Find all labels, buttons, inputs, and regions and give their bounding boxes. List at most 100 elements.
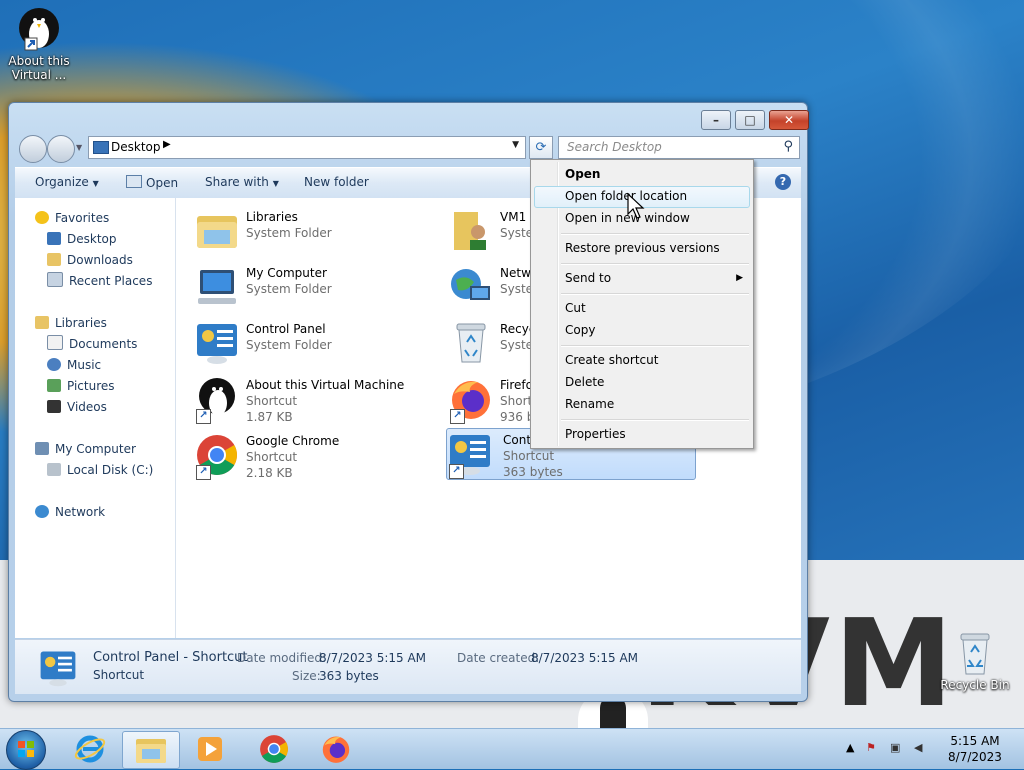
maximize-button[interactable]: □ xyxy=(735,110,765,130)
details-date-created-label: Date created: xyxy=(457,651,540,665)
nav-documents[interactable]: Documents xyxy=(47,334,137,354)
navigation-pane: Favorites Desktop Downloads Recent Place… xyxy=(15,198,176,638)
item-size: 1.87 KB xyxy=(246,410,293,424)
taskbar-firefox[interactable] xyxy=(308,731,364,767)
recycle-bin-icon xyxy=(960,633,990,675)
details-date-created: 8/7/2023 5:15 AM xyxy=(531,651,639,665)
item-name: Netw xyxy=(500,266,531,280)
desktop-location-icon xyxy=(93,141,109,154)
nav-network[interactable]: Network xyxy=(35,502,105,522)
pictures-icon xyxy=(47,379,61,392)
back-button[interactable] xyxy=(19,135,47,163)
action-center-icon[interactable]: ⚑ xyxy=(866,741,876,754)
nav-pictures[interactable]: Pictures xyxy=(47,376,115,396)
nav-label: Network xyxy=(55,505,106,519)
user-folder-icon xyxy=(454,212,486,250)
nav-recent-places[interactable]: Recent Places xyxy=(47,271,152,291)
close-button[interactable]: ✕ xyxy=(769,110,809,130)
nav-music[interactable]: Music xyxy=(47,355,101,375)
forward-button[interactable] xyxy=(47,135,75,163)
taskbar-internet-explorer[interactable] xyxy=(62,731,118,767)
item-name: Firefo xyxy=(500,378,533,392)
item-type: Syste xyxy=(500,338,534,352)
nav-my-computer[interactable]: My Computer xyxy=(35,439,136,459)
menu-item-delete[interactable]: Delete xyxy=(565,372,604,392)
windows-logo-icon xyxy=(18,741,34,757)
firefox-icon xyxy=(322,736,350,763)
item-type: System Folder xyxy=(246,338,332,352)
show-hidden-icons-icon[interactable]: ▲ xyxy=(846,741,854,754)
new-folder-button[interactable]: New folder xyxy=(304,175,369,189)
nav-label: My Computer xyxy=(55,442,136,456)
minimize-button[interactable]: – xyxy=(701,110,731,130)
item-about-vm[interactable]: ↗ About this Virtual Machine Shortcut 1.… xyxy=(194,374,434,424)
item-libraries[interactable]: Libraries System Folder xyxy=(194,206,434,256)
menu-item-open[interactable]: Open xyxy=(565,164,600,184)
details-pane: Control Panel - Shortcut Shortcut Date m… xyxy=(15,639,801,694)
search-placeholder: Search Desktop xyxy=(567,140,662,154)
nav-favorites[interactable]: Favorites xyxy=(35,208,109,228)
search-input[interactable]: Search Desktop ⚲ xyxy=(558,136,800,159)
menu-item-rename[interactable]: Rename xyxy=(565,394,614,414)
clock-time: 5:15 AM xyxy=(950,734,1000,748)
help-icon[interactable]: ? xyxy=(775,174,791,190)
item-control-panel[interactable]: Control Panel System Folder xyxy=(194,318,434,368)
nav-label: Music xyxy=(67,358,102,372)
refresh-button[interactable]: ⟳ xyxy=(529,136,553,159)
item-type: Syste xyxy=(500,282,534,296)
nav-label: Favorites xyxy=(55,211,110,225)
menu-item-create-shortcut[interactable]: Create shortcut xyxy=(565,350,658,370)
item-type: System Folder xyxy=(246,226,332,240)
control-panel-icon xyxy=(40,651,76,687)
menu-item-properties[interactable]: Properties xyxy=(565,424,626,444)
item-google-chrome[interactable]: ↗ Google Chrome Shortcut 2.18 KB xyxy=(194,430,434,480)
item-type: Short xyxy=(500,394,533,408)
desktop-icon-about-vm[interactable]: About this Virtual ... xyxy=(1,6,77,82)
share-with-label: Share with xyxy=(205,175,269,189)
details-date-modified-label: Date modified: xyxy=(237,651,327,665)
dropdown-arrow-icon: ▼ xyxy=(272,179,279,188)
nav-libraries[interactable]: Libraries xyxy=(35,313,107,333)
maximize-icon: □ xyxy=(744,113,756,127)
volume-icon[interactable]: ◀ xyxy=(914,741,922,754)
menu-item-send-to[interactable]: Send to xyxy=(565,268,745,288)
nav-label: Downloads xyxy=(67,253,133,267)
desktop-icon-label: Virtual ... xyxy=(11,68,67,82)
libraries-icon xyxy=(35,316,49,329)
item-name: Control Panel xyxy=(246,322,326,336)
address-location[interactable]: Desktop xyxy=(111,140,161,154)
menu-item-cut[interactable]: Cut xyxy=(565,298,586,318)
open-label: Open xyxy=(146,176,179,190)
menu-item-copy[interactable]: Copy xyxy=(565,320,595,340)
search-icon[interactable]: ⚲ xyxy=(783,139,793,154)
organize-button[interactable]: Organize ▼ xyxy=(35,175,99,189)
chrome-icon xyxy=(260,735,288,763)
nav-downloads[interactable]: Downloads xyxy=(47,250,133,270)
breadcrumb-arrow-icon[interactable]: ▶ xyxy=(163,139,171,150)
address-bar[interactable]: Desktop ▶ ▼ xyxy=(88,136,526,159)
recent-pages-icon[interactable]: ▼ xyxy=(76,143,82,152)
open-button[interactable]: Open xyxy=(126,175,178,190)
taskbar-windows-explorer[interactable] xyxy=(122,731,180,769)
details-size-label: Size: xyxy=(292,669,321,683)
share-with-button[interactable]: Share with ▼ xyxy=(205,175,279,189)
item-my-computer[interactable]: My Computer System Folder xyxy=(194,262,434,312)
address-dropdown-icon[interactable]: ▼ xyxy=(512,140,519,150)
taskbar-media-player[interactable] xyxy=(182,731,238,767)
menu-item-restore-previous-versions[interactable]: Restore previous versions xyxy=(565,238,720,258)
nav-local-disk[interactable]: Local Disk (C:) xyxy=(47,460,153,480)
penguin-icon xyxy=(19,8,59,51)
details-size: 363 bytes xyxy=(319,669,379,683)
desktop-icon-recycle-bin[interactable]: Recycle Bin xyxy=(937,630,1013,692)
taskbar-google-chrome[interactable] xyxy=(246,731,302,767)
shortcut-arrow-icon: ↗ xyxy=(450,409,465,424)
nav-videos[interactable]: Videos xyxy=(47,397,107,417)
nav-desktop[interactable]: Desktop xyxy=(47,229,117,249)
star-icon xyxy=(35,211,49,224)
network-tray-icon[interactable]: ▣ xyxy=(890,741,900,754)
computer-icon xyxy=(198,270,236,304)
clock-date: 8/7/2023 xyxy=(948,750,1002,764)
nav-label: Local Disk (C:) xyxy=(67,463,154,477)
start-button[interactable] xyxy=(6,730,46,770)
clock[interactable]: 5:15 AM 8/7/2023 xyxy=(940,733,1010,765)
